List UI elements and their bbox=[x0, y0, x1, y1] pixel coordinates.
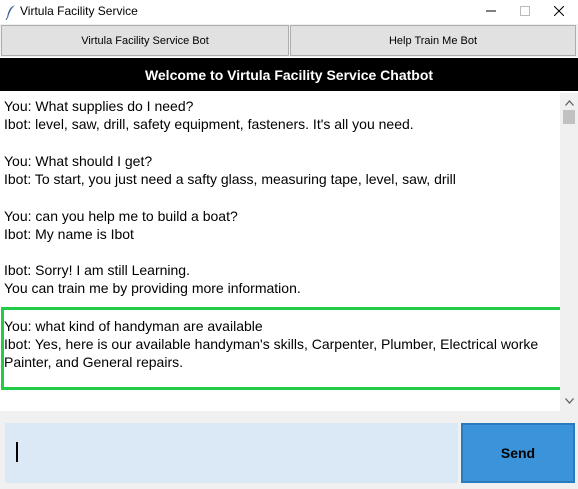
highlight-box bbox=[1, 307, 560, 390]
chat-line: Ibot: level, saw, drill, safety equipmen… bbox=[4, 116, 414, 132]
scroll-up-button[interactable] bbox=[560, 95, 578, 109]
message-input[interactable] bbox=[5, 423, 458, 483]
chat-message-block: You: What supplies do I need? Ibot: leve… bbox=[4, 97, 414, 133]
minimize-icon bbox=[486, 3, 496, 21]
chat-line: Ibot: To start, you just need a safty gl… bbox=[4, 171, 456, 187]
window-title: Virtula Facility Service bbox=[20, 4, 138, 18]
chat-header: Welcome to Virtula Facility Service Chat… bbox=[0, 58, 578, 91]
chat-line: You can train me by providing more infor… bbox=[4, 280, 301, 296]
send-button[interactable]: Send bbox=[461, 423, 575, 483]
chat-line: Ibot: Sorry! I am still Learning. bbox=[4, 262, 190, 278]
close-button[interactable] bbox=[542, 0, 576, 24]
chat-scrollbar[interactable] bbox=[560, 93, 578, 411]
tab-bar: Virtula Facility Service Bot Help Train … bbox=[0, 24, 578, 57]
input-area: Send bbox=[0, 411, 578, 489]
chevron-down-icon bbox=[564, 391, 574, 409]
chevron-up-icon bbox=[564, 93, 574, 111]
tab-facility-service-bot[interactable]: Virtula Facility Service Bot bbox=[1, 25, 289, 56]
feather-icon bbox=[5, 4, 17, 21]
tab-help-train-me-bot[interactable]: Help Train Me Bot bbox=[290, 25, 576, 56]
maximize-icon bbox=[520, 3, 530, 21]
minimize-button[interactable] bbox=[474, 0, 508, 24]
close-icon bbox=[553, 3, 565, 21]
chat-message-block: You: can you help me to build a boat? Ib… bbox=[4, 207, 238, 243]
chat-message-block: You: What should I get? Ibot: To start, … bbox=[4, 152, 456, 188]
chat-line: You: can you help me to build a boat? bbox=[4, 208, 238, 224]
scroll-down-button[interactable] bbox=[560, 393, 578, 407]
chat-line: Ibot: My name is Ibot bbox=[4, 226, 134, 242]
text-caret bbox=[16, 442, 18, 462]
chat-line: You: What should I get? bbox=[4, 153, 153, 169]
chat-message-block: Ibot: Sorry! I am still Learning. You ca… bbox=[4, 261, 301, 297]
chat-line: You: What supplies do I need? bbox=[4, 98, 194, 114]
maximize-button[interactable] bbox=[508, 0, 542, 24]
title-bar: Virtula Facility Service bbox=[0, 0, 578, 24]
scroll-thumb[interactable] bbox=[563, 110, 575, 124]
chat-log[interactable]: You: What supplies do I need? Ibot: leve… bbox=[0, 93, 560, 411]
